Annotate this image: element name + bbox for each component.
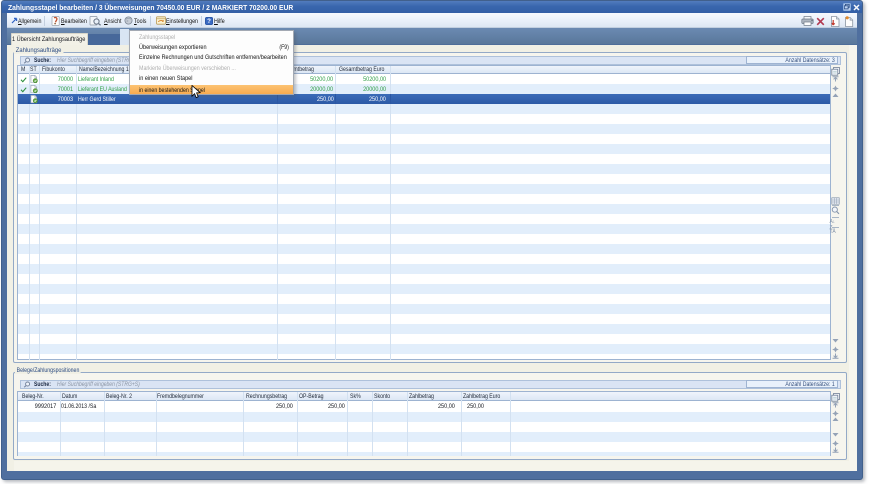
svg-text:?: ? [208, 18, 212, 25]
